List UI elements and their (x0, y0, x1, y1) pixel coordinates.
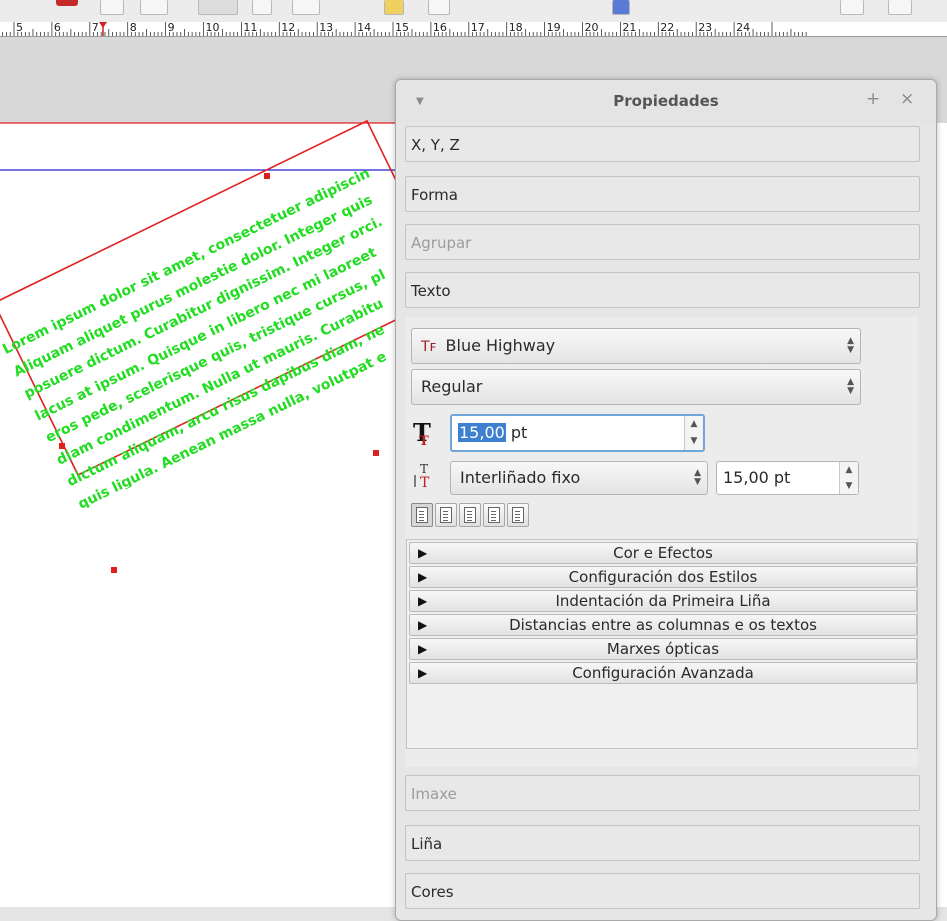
ruler-number: 9 (167, 22, 175, 34)
section-lina[interactable]: Liña (405, 825, 920, 861)
svg-text:T: T (419, 434, 429, 447)
line-spacing-input[interactable]: 15,00 pt ▲ ▼ (716, 461, 859, 495)
toolbar-remnant (0, 0, 947, 22)
toolbar-button[interactable] (428, 0, 450, 15)
toolbar-button[interactable] (140, 0, 168, 15)
align-left-button[interactable] (411, 503, 433, 527)
select-arrows-icon: ▲ ▼ (694, 468, 701, 487)
toolbar-button[interactable] (840, 0, 864, 15)
panel-title: Propiedades (613, 92, 719, 110)
expand-triangle-icon: ▶ (418, 546, 428, 560)
float-panel-icon[interactable]: + (866, 89, 880, 109)
toolbar-button[interactable] (292, 0, 320, 15)
align-justify-icon (488, 507, 500, 523)
section-agrupar[interactable]: Agrupar (405, 224, 920, 260)
align-justify-button[interactable] (483, 503, 505, 527)
ruler-number: 15 (395, 22, 409, 34)
section-forma[interactable]: Forma (405, 176, 920, 212)
ruler-number: 12 (281, 22, 296, 34)
section-cores[interactable]: Cores (405, 873, 920, 909)
subsection-indentacion[interactable]: ▶ Indentación da Primeira Liña (409, 590, 917, 612)
select-arrows-icon: ▲ ▼ (847, 377, 854, 396)
expand-triangle-icon: ▶ (418, 570, 428, 584)
expand-triangle-icon: ▶ (418, 594, 428, 608)
font-size-stepper[interactable]: ▲ ▼ (684, 416, 703, 450)
frame-handle-top (264, 173, 270, 179)
svg-text:T: T (420, 462, 428, 476)
ruler-number: 11 (243, 22, 258, 34)
texto-section-body: Tꜰ Blue Highway ▲ ▼ Regular ▲ ▼ T T 15,00 … (406, 317, 918, 767)
select-arrows-icon: ▲ ▼ (847, 336, 854, 355)
ruler-number: 21 (622, 22, 637, 34)
font-size-input[interactable]: 15,00 pt ▲ ▼ (450, 414, 705, 452)
ruler-number: 24 (736, 22, 751, 34)
expand-triangle-icon: ▶ (418, 666, 428, 680)
ruler-number: 6 (53, 22, 61, 34)
line-spacing-value: 15,00 pt (723, 468, 791, 487)
toolbar-button[interactable] (100, 0, 124, 15)
ruler-number: 8 (129, 22, 137, 34)
subsection-marxes[interactable]: ▶ Marxes ópticas (409, 638, 917, 660)
line-spacing-icon: T T (411, 461, 437, 491)
ruler-number: 20 (584, 22, 599, 34)
align-right-icon (464, 507, 476, 523)
line-spacing-stepper[interactable]: ▲ ▼ (839, 462, 858, 494)
font-size-icon: T T (411, 417, 437, 449)
align-forced-icon (512, 507, 524, 523)
ruler-number: 22 (660, 22, 675, 34)
ruler-number: 10 (205, 22, 220, 34)
ruler-number: 7 (91, 22, 99, 34)
align-right-button[interactable] (459, 503, 481, 527)
text-subsections: ▶ Cor e Efectos ▶ Configuración dos Estilo… (406, 539, 918, 749)
ruler-number: 17 (470, 22, 485, 34)
ruler-number: 18 (508, 22, 523, 34)
properties-panel: ▼ Propiedades + × X, Y, Z Forma Agrupar … (395, 79, 937, 921)
font-style-select[interactable]: Regular ▲ ▼ (411, 369, 861, 405)
ruler-number: 5 (16, 22, 23, 34)
subsection-cor-efectos[interactable]: ▶ Cor e Efectos (409, 542, 917, 564)
frame-handle-bottom (373, 450, 379, 456)
align-left-icon (416, 507, 428, 523)
toolbar-button[interactable] (252, 0, 272, 15)
align-forced-button[interactable] (507, 503, 529, 527)
font-style-value: Regular (421, 377, 483, 396)
align-center-button[interactable] (435, 503, 457, 527)
expand-triangle-icon: ▶ (418, 642, 428, 656)
ruler-number: 19 (546, 22, 561, 34)
ruler-number: 13 (319, 22, 334, 34)
frame-handle-corner (111, 567, 117, 573)
expand-triangle-icon: ▶ (418, 618, 428, 632)
toolbar-button[interactable] (612, 0, 630, 15)
ruler-number: 14 (357, 22, 372, 34)
horizontal-ruler[interactable]: 5 6 7 8 9 10 11 12 13 14 15 16 17 18 19 20 21 22 23 24 (0, 22, 947, 37)
subsection-avanzada[interactable]: ▶ Configuración Avanzada (409, 662, 917, 684)
toolbar-button-active[interactable] (198, 0, 238, 15)
line-spacing-mode-value: Interliñado fixo (460, 468, 581, 487)
toolbar-button[interactable] (384, 0, 404, 15)
toolbar-red-icon[interactable] (56, 0, 78, 6)
close-panel-icon[interactable]: × (900, 89, 914, 109)
svg-text:T: T (420, 475, 430, 491)
panel-title-bar[interactable]: ▼ Propiedades + × (396, 80, 936, 122)
section-xyz[interactable]: X, Y, Z (405, 126, 920, 162)
font-family-select[interactable]: Tꜰ Blue Highway ▲ ▼ (411, 328, 861, 364)
align-center-icon (440, 507, 452, 523)
font-type-icon: Tꜰ (421, 339, 437, 355)
section-imaxe[interactable]: Imaxe (405, 775, 920, 811)
font-size-unit: pt (505, 423, 528, 442)
subsection-estilos[interactable]: ▶ Configuración dos Estilos (409, 566, 917, 588)
ruler-number: 23 (698, 22, 713, 34)
ruler-number: 16 (432, 22, 447, 34)
font-family-value: Blue Highway (445, 336, 556, 355)
subsection-distancias[interactable]: ▶ Distancias entre as columnas e os texto… (409, 614, 917, 636)
font-size-selected-text: 15,00 (458, 423, 506, 442)
toolbar-button[interactable] (888, 0, 912, 15)
line-spacing-mode-select[interactable]: Interliñado fixo ▲ ▼ (450, 461, 708, 495)
section-texto[interactable]: Texto (405, 272, 920, 308)
